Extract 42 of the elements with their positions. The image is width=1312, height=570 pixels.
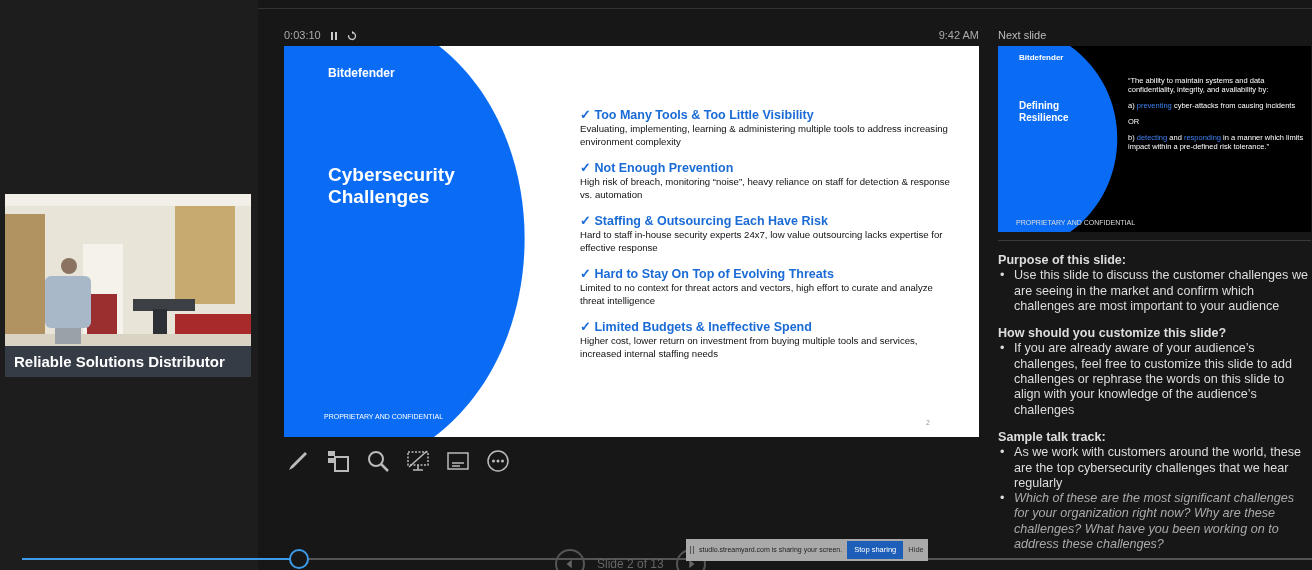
slide-logo: Bitdefender [328,65,395,82]
notes-text: Which of these are the most significant challenges for your organization right now? Why are these challenges? What have you been working on to address these challenges? [1014,491,1295,553]
progress-thumb[interactable] [289,549,310,569]
next-slide-label: Next slide [998,28,1047,44]
elapsed-timer: 0:03:10 [284,28,321,44]
slide-title: Cybersecurity Challenges [328,164,456,208]
bullet-mark: • [1000,491,1006,508]
drag-handle-icon[interactable] [690,546,694,554]
next-slide-thumbnail[interactable] [998,46,1311,232]
challenge-description: High risk of breach, monitoring “noise”, heavy reliance on staff for detection & response vs. automation [580,176,950,201]
notes-text: Use this slide to discuss the customer challenges we are seeing in the market and confirm which challenges are most important to your audience [1014,268,1309,315]
pen-icon[interactable] [286,449,310,473]
restart-icon[interactable] [346,30,357,41]
more-options-icon[interactable] [486,449,510,473]
search-icon[interactable] [366,449,390,473]
challenge-heading: ✓ Limited Budgets & Ineffective Spend [580,320,813,335]
slide-counter: Slide 2 of 13 [597,556,664,570]
monitor-slash-icon[interactable] [406,449,430,473]
clock: 9:42 AM [938,28,979,44]
notes-heading: Purpose of this slide: [998,253,1128,269]
notes-text: If you are already aware of your audience’s challenges, feel free to customize this slide to add challenges or rephrase the words on this slide to align with your knowledge of the audience’s challenges [1014,341,1293,418]
slides-grid-icon[interactable] [326,449,350,473]
challenge-description: Limited to no context for threat actors and vectors, high effort to curate and analyze threat intelligence [580,282,934,307]
challenge-heading: ✓ Staffing & Outsourcing Each Have Risk [580,214,829,229]
participant-name: Reliable Solutions Distributor [5,345,251,377]
challenge-heading: ✓ Not Enough Prevention [580,161,735,176]
bullet-mark: • [1000,268,1006,285]
challenge-description: Higher cost, lower return on investment from buying multiple tools and services, increased internal staffing needs [580,335,919,360]
slide-logo: Bitdefender [1019,52,1064,64]
challenge-description: Evaluating, implementing, learning & administering multiple tools to address increasing environment complexity [580,123,949,148]
bullet-mark: • [1000,445,1006,462]
challenge-heading: ✓ Too Many Tools & Too Little Visibility [580,108,815,123]
pause-icon[interactable] [328,30,339,41]
challenge-heading: ✓ Hard to Stay On Top of Evolving Threats [580,267,835,282]
subtitles-icon[interactable] [446,449,470,473]
notes-heading: Sample talk track: [998,429,1107,446]
notes-text: As we work with customers around the world, these are the top cybersecurity challenges that we hear regularly [1014,445,1302,492]
slide-title: Defining Resilience [1019,100,1070,124]
notes-heading: How should you customize this slide? [998,326,1228,342]
challenge-description: Hard to staff in-house security experts 24x7, low value outsourcing lacks expertise for effective response [580,229,944,254]
bullet-mark: • [1000,341,1006,358]
previous-slide-icon[interactable] [555,549,585,570]
